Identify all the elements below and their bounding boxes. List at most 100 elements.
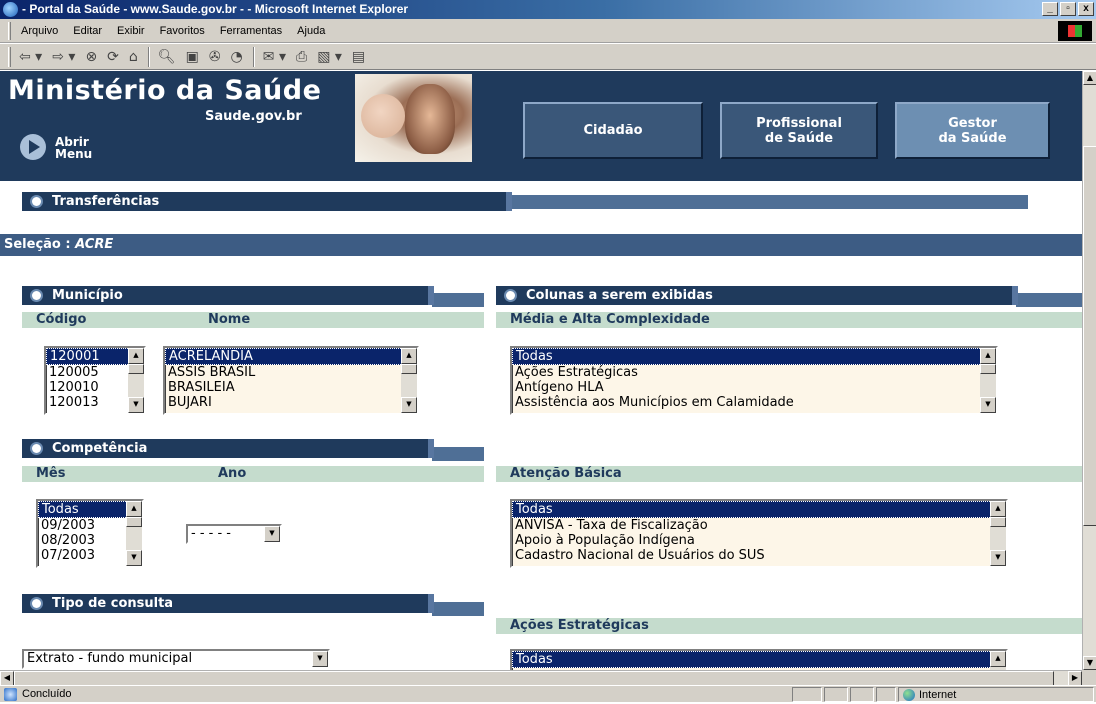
- listbox-scrollbar[interactable]: ▲: [990, 651, 1006, 670]
- menu-ajuda[interactable]: Ajuda: [297, 25, 325, 37]
- scroll-down-icon[interactable]: ▼: [1083, 656, 1096, 670]
- list-item[interactable]: BUJARI: [165, 395, 417, 410]
- ano-value: - - - - -: [191, 526, 231, 541]
- list-item[interactable]: Antígeno HLA: [512, 380, 996, 395]
- listbox-scrollbar[interactable]: ▲ ▼: [128, 348, 144, 413]
- mother-baby-photo: [355, 74, 472, 162]
- transferencias-label: Transferências: [52, 194, 160, 209]
- list-item[interactable]: Todas: [512, 501, 1006, 518]
- competencia-tab: Competência: [22, 439, 434, 458]
- nav-profissional-button[interactable]: Profissional de Saúde: [720, 102, 878, 159]
- media-icon[interactable]: ✇: [209, 49, 221, 65]
- chevron-down-icon[interactable]: ▼: [312, 651, 328, 667]
- home-icon[interactable]: ⌂: [129, 49, 138, 65]
- nav-gestor-button[interactable]: Gestor da Saúde: [895, 102, 1050, 159]
- codigo-listbox[interactable]: 120001 120005 120010 120013 ▲ ▼: [44, 346, 146, 415]
- col-nome: Nome: [208, 312, 251, 327]
- section-rule: [432, 447, 484, 461]
- history-icon[interactable]: ◔: [231, 49, 243, 65]
- list-item[interactable]: Cadastro Nacional de Usuários do SUS: [512, 548, 1006, 563]
- atencao-basica-listbox[interactable]: Todas ANVISA - Taxa de Fiscalização Apoi…: [510, 499, 1008, 568]
- selection-bar: Seleção : ACRE: [0, 234, 1082, 256]
- col-ano: Ano: [218, 466, 247, 481]
- listbox-scrollbar[interactable]: ▲ ▼: [126, 501, 142, 566]
- list-item[interactable]: Assistência aos Municípios em Calamidade: [512, 395, 996, 410]
- tipo-consulta-tab: Tipo de consulta: [22, 594, 434, 613]
- acoes-estrategicas-listbox[interactable]: Todas ▲: [510, 649, 1008, 670]
- forward-icon[interactable]: ⇨ ▾: [52, 49, 75, 65]
- close-button[interactable]: x: [1078, 2, 1094, 16]
- back-icon[interactable]: ⇦ ▾: [19, 49, 42, 65]
- nav-cidadao-button[interactable]: Cidadão: [523, 102, 703, 159]
- page-content: Ministério da Saúde Saude.gov.br Abrir M…: [0, 71, 1082, 670]
- list-item[interactable]: ANVISA - Taxa de Fiscalização: [512, 518, 1006, 533]
- zone-pane: Internet: [898, 687, 1094, 702]
- bullet-icon: [506, 291, 515, 300]
- scroll-thumb[interactable]: [14, 671, 1054, 686]
- menu-exibir[interactable]: Exibir: [117, 25, 145, 37]
- competencia-label: Competência: [52, 441, 148, 456]
- maximize-button[interactable]: ▫: [1060, 2, 1076, 16]
- scroll-right-icon[interactable]: ▶: [1068, 671, 1082, 686]
- list-item[interactable]: BRASILEIA: [165, 380, 417, 395]
- list-item[interactable]: ACRELANDIA: [165, 348, 417, 365]
- list-item[interactable]: Todas: [512, 348, 996, 365]
- edit-icon[interactable]: ▧ ▾: [317, 49, 342, 65]
- ie-icon: [3, 2, 18, 17]
- search-icon[interactable]: 🔍︎: [158, 49, 176, 65]
- chevron-down-icon[interactable]: ▼: [264, 526, 280, 542]
- minimize-button[interactable]: _: [1042, 2, 1058, 16]
- listbox-scrollbar[interactable]: ▲ ▼: [990, 501, 1006, 566]
- horizontal-scrollbar[interactable]: ◀ ▶: [0, 670, 1082, 686]
- print-icon[interactable]: ⎙: [296, 49, 307, 65]
- municipio-label: Município: [52, 288, 123, 303]
- discuss-icon[interactable]: ▤: [352, 49, 365, 65]
- mail-icon[interactable]: ✉ ▾: [263, 49, 286, 65]
- mes-listbox[interactable]: Todas 09/2003 08/2003 07/2003 ▲ ▼: [36, 499, 144, 568]
- vertical-scrollbar[interactable]: ▲ ▼: [1082, 71, 1096, 670]
- refresh-icon[interactable]: ⟳: [107, 49, 119, 65]
- section-rule: [432, 293, 484, 307]
- selection-value: ACRE: [75, 237, 114, 252]
- favorites-icon[interactable]: ▣: [186, 49, 199, 65]
- list-item[interactable]: Apoio à População Indígena: [512, 533, 1006, 548]
- ano-select[interactable]: - - - - - ▼: [186, 524, 282, 544]
- stop-icon[interactable]: ⊗: [85, 49, 97, 65]
- window-title: - Portal da Saúde - www.Saude.gov.br - -…: [22, 2, 409, 16]
- media-alta-header: Média e Alta Complexidade: [496, 312, 1082, 328]
- tipo-consulta-value: Extrato - fundo municipal: [27, 651, 193, 666]
- transferencias-tab: Transferências: [22, 192, 512, 211]
- menu-arquivo[interactable]: Arquivo: [21, 25, 58, 37]
- section-rule: [510, 195, 1028, 209]
- scroll-left-icon[interactable]: ◀: [0, 671, 14, 686]
- menu-favoritos[interactable]: Favoritos: [160, 25, 205, 37]
- list-item[interactable]: ASSIS BRASIL: [165, 365, 417, 380]
- tipo-consulta-select[interactable]: Extrato - fundo municipal ▼: [22, 649, 330, 669]
- menu-editar[interactable]: Editar: [73, 25, 102, 37]
- media-alta-listbox[interactable]: Todas Ações Estratégicas Antígeno HLA As…: [510, 346, 998, 415]
- site-header: Ministério da Saúde Saude.gov.br Abrir M…: [0, 71, 1082, 189]
- status-pane: [824, 687, 848, 702]
- list-item[interactable]: Ações Estratégicas: [512, 365, 996, 380]
- atencao-basica-header: Atenção Básica: [496, 466, 1082, 482]
- scroll-up-icon[interactable]: ▲: [1083, 71, 1096, 85]
- menu-ferramentas[interactable]: Ferramentas: [220, 25, 282, 37]
- scroll-thumb[interactable]: [1083, 146, 1096, 526]
- globe-icon: [903, 689, 915, 701]
- nome-listbox[interactable]: ACRELANDIA ASSIS BRASIL BRASILEIA BUJARI…: [163, 346, 419, 415]
- open-menu-icon[interactable]: [20, 134, 46, 160]
- section-rule: [432, 602, 484, 616]
- municipio-tab: Município: [22, 286, 434, 305]
- listbox-scrollbar[interactable]: ▲ ▼: [401, 348, 417, 413]
- atencao-basica-label: Atenção Básica: [510, 466, 622, 481]
- open-menu-label[interactable]: Abrir Menu: [55, 136, 115, 160]
- col-codigo: Código: [36, 312, 87, 327]
- status-bar: Concluído Internet: [0, 685, 1096, 702]
- acoes-estrategicas-label: Ações Estratégicas: [510, 618, 649, 633]
- list-item[interactable]: Todas: [512, 651, 1006, 668]
- acoes-estrategicas-header: Ações Estratégicas: [496, 618, 1082, 634]
- selection-label: Seleção :: [4, 237, 76, 252]
- col-mes: Mês: [36, 466, 66, 481]
- bullet-icon: [32, 197, 41, 206]
- listbox-scrollbar[interactable]: ▲ ▼: [980, 348, 996, 413]
